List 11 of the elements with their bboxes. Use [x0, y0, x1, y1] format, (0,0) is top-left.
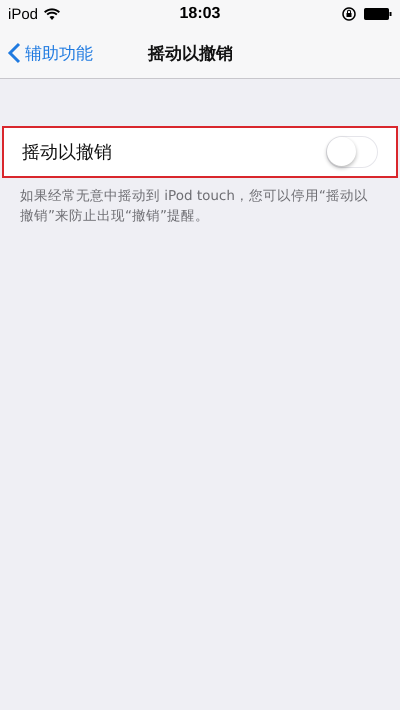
footer-note: 如果经常无意中摇动到 iPod touch，您可以停用“摇动以撤销”来防止出现“撤销”提醒。 — [20, 187, 369, 226]
wifi-icon — [44, 8, 60, 20]
carrier-name: iPod — [8, 6, 38, 22]
battery-icon — [364, 8, 392, 20]
page-title: 摇动以撤销 — [148, 42, 233, 64]
clock-time: 18:03 — [180, 5, 220, 23]
toggle-switch[interactable] — [326, 136, 378, 168]
back-button[interactable]: 辅助功能 — [0, 42, 93, 64]
setting-label: 摇动以撤销 — [22, 141, 112, 164]
chevron-left-icon — [8, 42, 21, 64]
rotation-lock-icon — [342, 7, 356, 21]
